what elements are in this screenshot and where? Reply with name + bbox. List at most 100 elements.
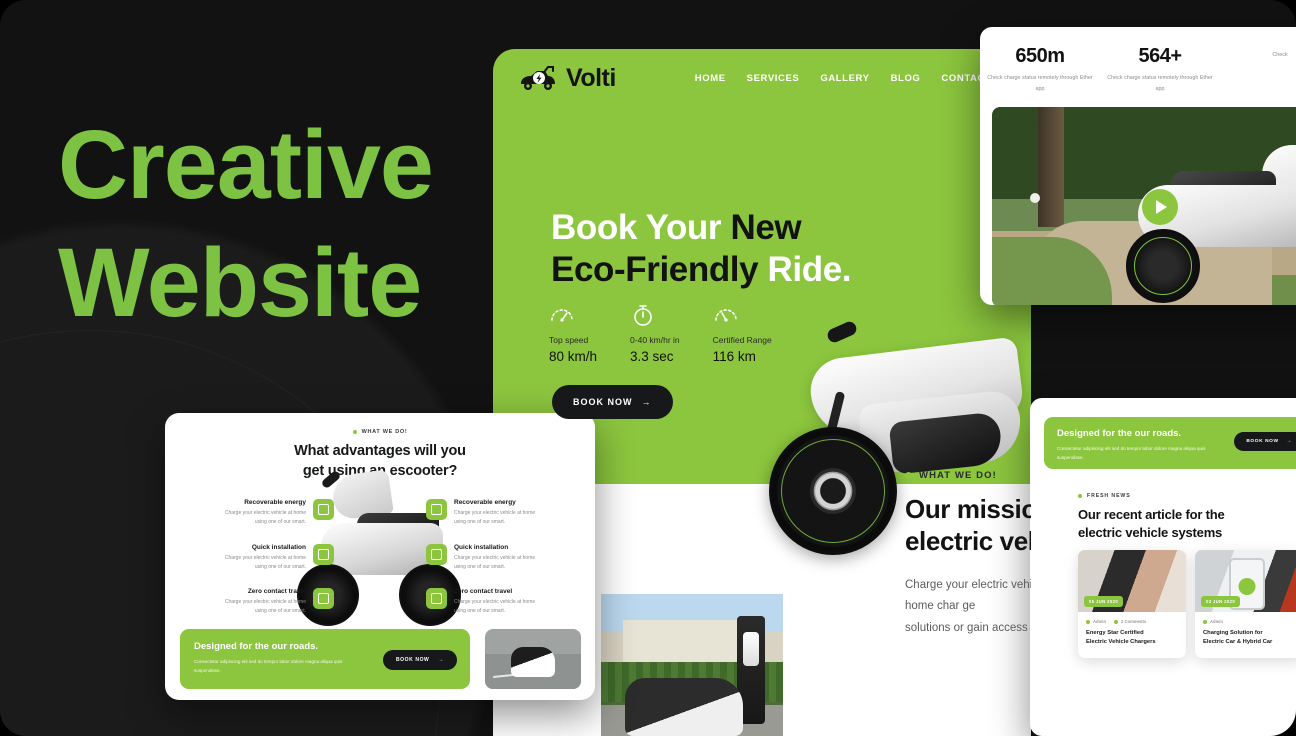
stat-caption: Check	[1272, 52, 1288, 58]
what-we-do-title: Our mission electric veh	[905, 493, 1031, 559]
spec-range: Certified Range 116 km	[713, 302, 772, 364]
blog-cta-banner: Designed for the our roads. Consectetur …	[1044, 417, 1296, 469]
blog-header: FRESH NEWS Our recent article for the el…	[1030, 469, 1296, 543]
article-title-line2: Electric Vehicle Chargers	[1086, 639, 1156, 646]
advantages-book-now-button[interactable]: BOOK NOW →	[382, 650, 457, 670]
advantages-feature-grid: Recoverable energy Charge your electric …	[165, 499, 595, 624]
spec-label-acceleration: 0-40 km/hr in	[630, 335, 680, 345]
hero-headline-line1-b: New	[730, 208, 802, 247]
article-author: Admin	[1203, 619, 1223, 624]
nav-item-home[interactable]: HOME	[695, 73, 726, 84]
photo-rider-on-scooter	[511, 647, 555, 677]
install-icon	[313, 543, 334, 565]
scooter-front-wheel	[1126, 228, 1200, 303]
speedometer-icon	[549, 302, 575, 328]
feature-title: Zero contact travel	[247, 588, 306, 595]
what-we-do-eyebrow: WHAT WE DO!	[905, 470, 1031, 481]
hero-headline: Book Your New Eco-Friendly Ride.	[551, 207, 851, 292]
stat-caption: Check charge status remotely through Eth…	[987, 75, 1093, 92]
stat-number: 650m	[1015, 45, 1065, 67]
charging-station-photo	[601, 594, 783, 736]
article-meta: Admin	[1203, 619, 1295, 624]
book-now-label: BOOK NOW	[573, 397, 633, 407]
stats-video-card: 650m Check charge status remotely throug…	[980, 27, 1296, 305]
hero-headline-line2-b: Ride.	[767, 250, 852, 290]
nav-item-gallery[interactable]: GALLERY	[820, 73, 869, 84]
article-date-badge: 03 JUN 2020	[1201, 596, 1241, 607]
blog-cta-body: Consectetur adipiscing elit sed do tempo…	[1057, 446, 1206, 461]
feature-item: Recoverable energy Charge your electric …	[426, 499, 538, 528]
brand-name: Volti	[566, 63, 616, 92]
nav-item-blog[interactable]: BLOG	[891, 73, 921, 84]
charging-station-icon	[313, 499, 334, 520]
blog-card: Designed for the our roads. Consectetur …	[1030, 398, 1296, 736]
bullet-dot-icon	[905, 471, 912, 479]
hero-specs: Top speed 80 km/h 0-40 km/hr in 3.3 sec	[549, 302, 772, 364]
article-title: Charging Solution for Electric Car & Hyb…	[1203, 629, 1295, 648]
blog-book-now-button[interactable]: BOOK NOW →	[1234, 432, 1296, 451]
spec-acceleration: 0-40 km/hr in 3.3 sec	[630, 302, 680, 364]
book-now-button[interactable]: BOOK NOW →	[552, 385, 673, 419]
spec-value-range: 116 km	[712, 349, 756, 364]
advantages-eyebrow-label: WHAT WE DO!	[361, 429, 408, 435]
photo-building	[623, 620, 743, 664]
hero-headline-line2-a: Eco-Friendly	[551, 250, 768, 290]
feature-title: Quick installation	[454, 543, 509, 551]
photo-scooter	[625, 678, 743, 736]
user-icon	[1086, 619, 1090, 624]
article-title-line1: Charging Solution for	[1203, 630, 1263, 636]
nav-item-services[interactable]: SERVICES	[747, 73, 800, 84]
article-comments-label: 2 Comments	[1121, 619, 1147, 624]
scooter-seat	[888, 411, 1004, 475]
advantages-card: WHAT WE DO! What advantages will you get…	[165, 413, 595, 700]
brand-logo[interactable]: Volti	[517, 64, 616, 93]
feature-desc: Charge your electric vehicle at home usi…	[224, 599, 306, 615]
feature-item: Zero contact travel Charge your electric…	[426, 588, 538, 617]
poster-title-line2: Website	[58, 228, 422, 338]
article-thumbnail: 05 JUN 2020	[1078, 550, 1186, 612]
video-thumbnail[interactable]	[992, 106, 1296, 305]
feature-desc: Charge your electric vehicle at home usi…	[224, 510, 306, 526]
blog-book-now-label: BOOK NOW	[1246, 439, 1279, 444]
article-thumbnail: 03 JUN 2020	[1195, 550, 1296, 612]
article-meta: Admin 2 Comments	[1086, 619, 1178, 624]
page-title: Creative Website	[58, 106, 478, 343]
install-icon	[426, 543, 447, 565]
article-comments: 2 Comments	[1114, 619, 1146, 624]
charging-station-icon	[426, 499, 447, 520]
advantages-title-line1: What advantages will you	[294, 443, 466, 459]
advantages-cta-banner: Designed for the our roads. Consectetur …	[180, 629, 470, 689]
blog-title: Our recent article for the electric vehi…	[1078, 506, 1296, 543]
blog-eyebrow: FRESH NEWS	[1078, 493, 1296, 499]
blog-title-line2: electric vehicle systems	[1078, 525, 1223, 541]
article-title-line2: Electric Car & Hybrid Car	[1203, 639, 1273, 646]
hero-headline-line1-a: Book Your	[551, 208, 731, 247]
advantages-left-column: Recoverable energy Charge your electric …	[222, 499, 334, 633]
feature-item: Quick installation Charge your electric …	[222, 543, 334, 573]
article-author-label: Admin	[1210, 619, 1224, 624]
contactless-icon	[426, 588, 447, 609]
stat-item: 564+ Check charge status remotely throug…	[1100, 45, 1220, 95]
what-we-do-title-line1: Our mission	[905, 493, 1031, 524]
feature-title: Recoverable energy	[454, 499, 516, 506]
article-author: Admin	[1086, 619, 1106, 624]
what-we-do-body-line2: solutions or gain access to over 3,000 p…	[905, 621, 1031, 634]
arrow-right-icon: →	[1286, 439, 1292, 444]
play-button[interactable]	[1142, 188, 1178, 225]
article-author-label: Admin	[1093, 619, 1107, 624]
blog-title-line1: Our recent article for the	[1078, 507, 1225, 522]
bullet-dot-icon	[352, 430, 357, 434]
stopwatch-icon	[630, 302, 656, 328]
what-we-do-eyebrow-label: WHAT WE DO!	[919, 469, 997, 481]
feature-desc: Charge your electric vehicle at home usi…	[224, 554, 306, 570]
advantages-rider-photo	[485, 629, 581, 689]
site-navbar: Volti HOME SERVICES GALLERY BLOG CONTACT…	[493, 49, 1031, 107]
article-card[interactable]: 05 JUN 2020 Admin 2 Comments Energy Star…	[1078, 550, 1186, 658]
feature-title: Zero contact travel	[454, 588, 513, 595]
article-card[interactable]: 03 JUN 2020 Admin Charging Solution for …	[1195, 550, 1296, 658]
arrow-right-icon: →	[641, 397, 652, 407]
what-we-do-body: Charge your electric vehicle at home usi…	[905, 575, 1031, 639]
range-gauge-icon	[713, 302, 739, 328]
bullet-dot-icon	[1078, 494, 1082, 498]
feature-desc: Charge your electric vehicle at home usi…	[454, 510, 536, 526]
